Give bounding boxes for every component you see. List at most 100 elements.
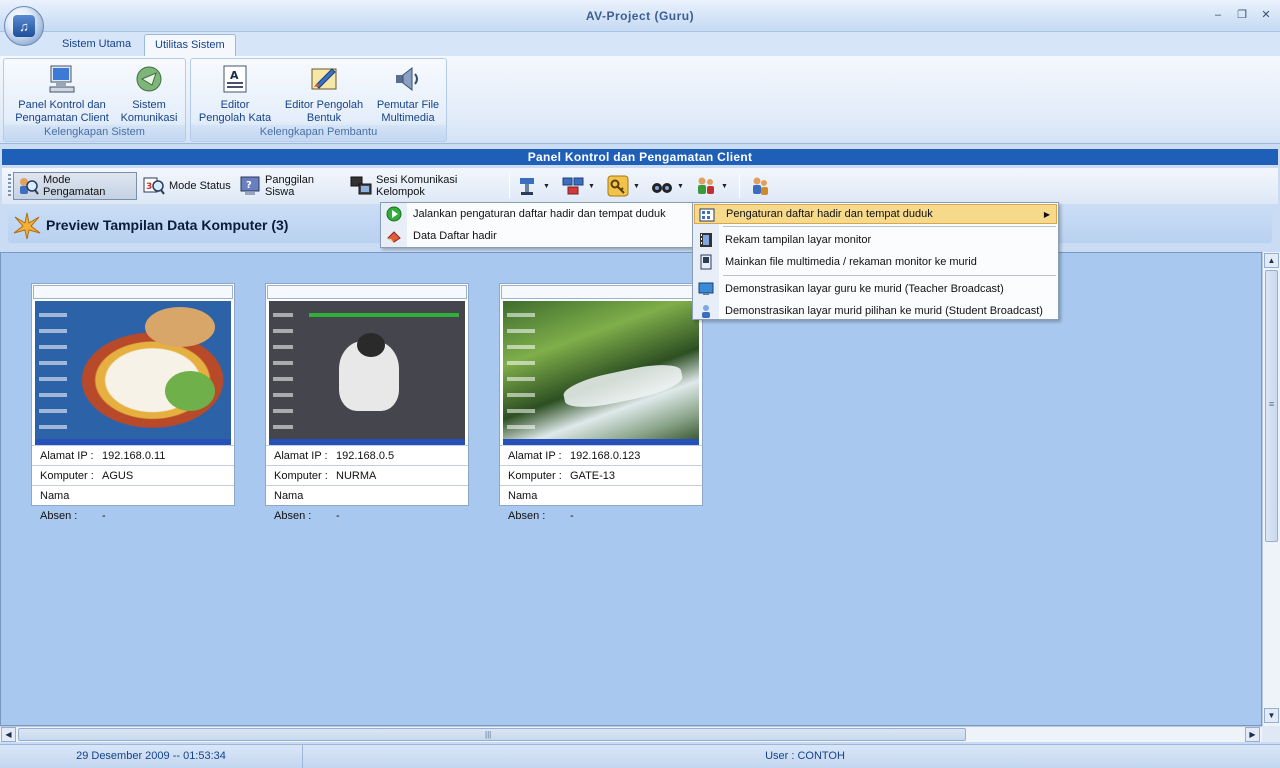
character-hair (357, 333, 385, 357)
nama-absen-row: Nama Absen : - (266, 485, 468, 522)
group-kelengkapan-sistem: Panel Kontrol dan Pengamatan Client Sist… (3, 58, 186, 142)
screen-thumbnail (35, 301, 231, 445)
scroll-right-button[interactable]: ▶ (1245, 727, 1260, 742)
users-button[interactable] (746, 172, 776, 200)
toolbar-grip[interactable] (8, 174, 11, 198)
grid-seat-icon (699, 208, 715, 222)
webcam-dropdown-button[interactable]: ▼ (648, 172, 690, 200)
menu-item-pengaturan[interactable]: Pengaturan daftar hadir dan tempat duduk… (694, 204, 1057, 224)
question-monitor-icon: ? (240, 176, 260, 195)
taskbar (269, 439, 465, 445)
monitor-icon (698, 282, 714, 295)
network-dropdown-button[interactable]: ▼ (559, 172, 601, 200)
card-title-bar (267, 285, 467, 299)
group-label-kelengkapan-sistem: Kelengkapan Sistem (4, 125, 185, 140)
mode-pengamatan-button[interactable]: Mode Pengamatan (13, 172, 137, 200)
menu-item-pengaturan-label: Pengaturan daftar hadir dan tempat duduk (726, 208, 933, 220)
preview-title: Preview Tampilan Data Komputer (3) (46, 217, 289, 233)
ip-row: Alamat IP : 192.168.0.123 (500, 445, 702, 465)
komputer-label: Komputer : (508, 470, 562, 482)
nama-absen-value: - (570, 510, 574, 522)
desktop-icons (273, 305, 293, 435)
komputer-row: Komputer : AGUS (32, 465, 234, 485)
taskbar (503, 439, 699, 445)
people-dropdown-button[interactable]: ▼ (692, 172, 734, 200)
sesi-komunikasi-label: Sesi Komunikasi Kelompok (376, 174, 458, 198)
ip-label: Alamat IP : (274, 450, 328, 462)
sistem-komunikasi-label-2: Komunikasi (120, 112, 178, 124)
tools-menu: Pengaturan daftar hadir dan tempat duduk… (692, 202, 1059, 320)
sesi-komunikasi-kelompok-button[interactable]: Sesi Komunikasi Kelompok (347, 172, 505, 200)
status-icon: 3 (143, 177, 165, 195)
horizontal-scrollbar[interactable]: ◀ ||| ▶ (0, 726, 1262, 742)
pemutar-file-multimedia-button[interactable]: Pemutar File Multimedia (373, 63, 443, 125)
nama-absen-value: - (336, 510, 340, 522)
salad-image (165, 371, 215, 411)
green-line (309, 313, 459, 317)
menu-item-teacher-broadcast-label: Demonstrasikan layar guru ke murid (Teac… (725, 283, 1004, 295)
vertical-scroll-thumb[interactable]: ≡ (1265, 270, 1278, 542)
scroll-down-button[interactable]: ▼ (1264, 708, 1279, 723)
toolbar-separator (739, 174, 740, 198)
attendance-dropdown-button[interactable]: ▼ (514, 172, 556, 200)
group-label-kelengkapan-pembantu: Kelengkapan Pembantu (191, 125, 446, 140)
dropdown-arrow-icon: ▼ (543, 182, 550, 190)
app-menu-button[interactable]: ♫ (4, 6, 44, 46)
menu-item-rekam[interactable]: Rekam tampilan layar monitor (693, 229, 1058, 251)
desktop-icons (39, 305, 67, 435)
minimize-button[interactable]: – (1210, 8, 1226, 22)
food-plate-image (145, 307, 215, 347)
attendance-menu: Jalankan pengaturan daftar hadir dan tem… (380, 202, 693, 248)
menu-item-jalankan[interactable]: Jalankan pengaturan daftar hadir dan tem… (381, 203, 692, 225)
menu-item-student-broadcast-label: Demonstrasikan layar murid pilihan ke mu… (725, 305, 1043, 317)
computer-card[interactable]: Alamat IP : 192.168.0.123 Komputer : GATE-… (499, 283, 703, 522)
ip-row: Alamat IP : 192.168.0.11 (32, 445, 234, 465)
preview-sparkle-icon (13, 212, 41, 240)
scroll-corner (1262, 726, 1280, 742)
ip-label: Alamat IP : (40, 450, 94, 462)
drawing-editor-icon (311, 68, 337, 90)
ip-value: 192.168.0.11 (102, 450, 166, 462)
restore-button[interactable]: ❐ (1234, 8, 1250, 22)
computer-preview-area: Alamat IP : 192.168.0.11 Komputer : AGUS N… (0, 252, 1262, 726)
scroll-up-button[interactable]: ▲ (1264, 253, 1279, 268)
computer-card[interactable]: Alamat IP : 192.168.0.5 Komputer : NURMA N… (265, 283, 469, 522)
tab-utilitas-sistem[interactable]: Utilitas Sistem (144, 34, 236, 56)
komputer-value: AGUS (102, 470, 134, 482)
panggilan-siswa-button[interactable]: ? Panggilan Siswa (236, 172, 344, 200)
menu-item-rekam-label: Rekam tampilan layar monitor (725, 234, 872, 246)
ribbon-tabs: Sistem Utama Utilitas Sistem (0, 32, 1280, 56)
computer-monitor-icon (49, 65, 75, 93)
dropdown-arrow-icon: ▼ (677, 182, 684, 190)
nama-absen-row: Nama Absen : - (32, 485, 234, 522)
scroll-left-button[interactable]: ◀ (1, 727, 16, 742)
menu-item-mainkan[interactable]: Mainkan file multimedia / rekaman monito… (693, 251, 1058, 273)
close-button[interactable]: ✕ (1258, 8, 1274, 22)
nama-absen-value: - (102, 510, 106, 522)
editor-pengolah-kata-button[interactable]: A Editor Pengolah Kata (197, 63, 273, 125)
horizontal-scroll-thumb[interactable]: ||| (18, 728, 966, 741)
menu-item-jalankan-label: Jalankan pengaturan daftar hadir dan tem… (413, 208, 666, 220)
svg-text:?: ? (246, 180, 252, 191)
nama-absen-label: Nama Absen : (274, 490, 312, 522)
dropdown-arrow-icon: ▼ (588, 182, 595, 190)
nama-absen-label: Nama Absen : (508, 490, 546, 522)
menu-item-student-broadcast[interactable]: Demonstrasikan layar murid pilihan ke mu… (693, 300, 1058, 322)
mode-status-button[interactable]: 3 Mode Status (140, 172, 234, 200)
key-dropdown-button[interactable]: ▼ (604, 172, 646, 200)
sistem-komunikasi-button[interactable]: Sistem Komunikasi (116, 63, 182, 125)
editor-pengolah-bentuk-button[interactable]: Editor Pengolah Bentuk (279, 63, 369, 125)
panel-kontrol-button[interactable]: Panel Kontrol dan Pengamatan Client (12, 63, 112, 125)
menu-item-data-daftar-hadir[interactable]: Data Daftar hadir (381, 225, 692, 247)
computer-card[interactable]: Alamat IP : 192.168.0.11 Komputer : AGUS N… (31, 283, 235, 522)
komputer-row: Komputer : GATE-13 (500, 465, 702, 485)
menu-item-teacher-broadcast[interactable]: Demonstrasikan layar guru ke murid (Teac… (693, 278, 1058, 300)
vertical-scrollbar[interactable]: ▲ ≡ ▼ (1262, 252, 1280, 726)
pemutar-file-label-2: Multimedia (381, 112, 435, 124)
editor-pengolah-kata-label-1: Editor (220, 99, 250, 111)
komputer-label: Komputer : (274, 470, 328, 482)
editor-pengolah-kata-label-2: Pengolah Kata (198, 112, 272, 124)
taskbar (35, 439, 231, 445)
komputer-value: NURMA (336, 470, 377, 482)
tab-sistem-utama[interactable]: Sistem Utama (52, 34, 141, 56)
